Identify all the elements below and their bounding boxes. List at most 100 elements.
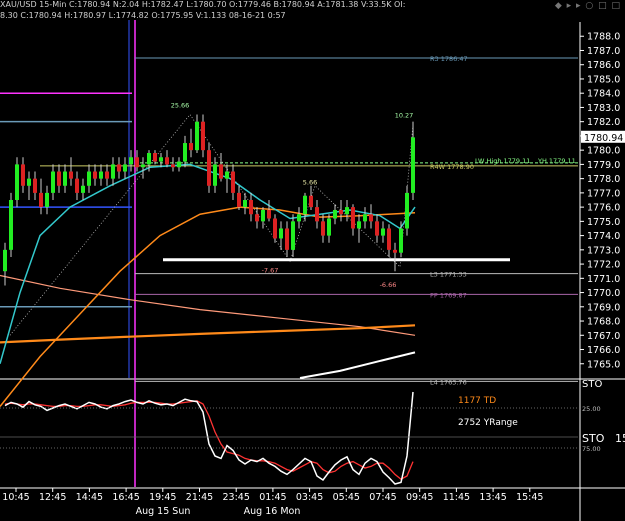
candle-body [315, 207, 319, 222]
candle-body [141, 164, 145, 168]
toolbar-icons[interactable]: ◆ ▸ ▸ ○ □ □ [555, 1, 621, 11]
candle-body [165, 157, 169, 165]
candle-body [135, 157, 139, 168]
price-tick-label: 1767.0 [587, 331, 620, 342]
swing-label: 25.66 [171, 101, 190, 109]
time-label: 13:45 [479, 492, 506, 503]
sto-level-label: 25.00 [582, 405, 601, 413]
candle-body [345, 207, 349, 215]
candle-body [237, 192, 241, 208]
candle-body [27, 178, 31, 186]
candle-body [309, 195, 313, 208]
pivot-label: PP 1769.87 [430, 291, 467, 299]
price-tick-label: 1785.0 [587, 74, 620, 85]
price-tick-label: 1765.0 [587, 359, 620, 370]
candle-body [303, 195, 307, 215]
candle-body [99, 171, 103, 179]
candle-body [297, 214, 301, 222]
time-label: 14:45 [76, 492, 103, 503]
candle-body [183, 143, 187, 162]
time-label: 12:45 [39, 492, 66, 503]
time-label: 05:45 [333, 492, 360, 503]
td-label: 1177 TD [458, 396, 496, 406]
candle-body [381, 228, 385, 236]
candle-body [45, 192, 49, 208]
plot-area[interactable] [0, 20, 625, 521]
candle-body [249, 200, 253, 215]
candle-body [393, 249, 397, 253]
pivot-label: LW High 1779.11 [475, 157, 530, 165]
candle-body [129, 157, 133, 165]
candle-body [405, 192, 409, 229]
date-label: Aug 16 Mon [244, 506, 301, 517]
candle-body [111, 164, 115, 179]
price-tick-label: 1778.0 [587, 174, 620, 185]
candle-body [285, 228, 289, 250]
candle-body [339, 209, 343, 215]
price-tick-label: 1783.0 [587, 103, 620, 114]
candle-body [243, 200, 247, 208]
swing-label: 10.27 [395, 111, 414, 119]
candle-body [291, 221, 295, 250]
candle-body [3, 249, 7, 272]
price-tick-label: 1786.0 [587, 60, 620, 71]
pivot-label: L3 1771.33 [430, 271, 467, 279]
candle-body [189, 143, 193, 151]
bar-header: 8.30 C:1780.94 H:1780.97 L:1774.82 O:177… [0, 11, 286, 20]
pivot-label: L4 1763.76 [430, 378, 467, 386]
candle-body [195, 121, 199, 151]
candle-body [207, 150, 211, 186]
candle-body [63, 171, 67, 186]
candle-body [9, 200, 13, 250]
candle-body [351, 207, 355, 229]
candle-body [69, 171, 73, 179]
price-tick-label: 1774.0 [587, 231, 620, 242]
candle-body [261, 209, 265, 222]
candle-body [51, 171, 55, 193]
time-label: 01:45 [259, 492, 286, 503]
sto-period-label: 15 [615, 432, 625, 445]
price-tick-label: 1766.0 [587, 345, 620, 356]
candle-body [201, 121, 205, 151]
price-tick-label: 1784.0 [587, 89, 620, 100]
candle-body [273, 218, 277, 239]
candle-body [327, 218, 331, 236]
candle-body [219, 164, 223, 179]
time-label: 07:45 [369, 492, 396, 503]
current-price-label: 1780.94 [584, 133, 623, 144]
candle-body [159, 157, 163, 162]
candle-body [411, 137, 415, 193]
candle-body [39, 192, 43, 208]
price-tick-label: 1779.0 [587, 160, 620, 171]
time-label: 09:45 [406, 492, 433, 503]
candle-body [153, 153, 157, 162]
swing-label: -6.66 [380, 281, 397, 289]
time-label: 03:45 [296, 492, 323, 503]
candle-body [57, 171, 61, 186]
sto-name-top: STO [582, 379, 602, 390]
price-tick-label: 1777.0 [587, 188, 620, 199]
candle-body [21, 164, 25, 186]
price-tick-label: 1771.0 [587, 274, 620, 285]
candle-body [333, 209, 337, 219]
ma-slow-salmon [0, 274, 416, 336]
price-tick-label: 1788.0 [587, 32, 620, 43]
candle-body [363, 214, 367, 222]
time-label: 21:45 [186, 492, 213, 503]
candle-body [147, 153, 151, 165]
time-label: 19:45 [149, 492, 176, 503]
time-label: 11:45 [443, 492, 470, 503]
time-label: 16:45 [112, 492, 139, 503]
candle-body [93, 171, 97, 179]
price-tick-label: 1772.0 [587, 260, 620, 271]
price-tick-label: 1768.0 [587, 317, 620, 328]
price-tick-label: 1775.0 [587, 217, 620, 228]
candle-body [123, 164, 127, 172]
pivot-label: YH 1779.11 [537, 157, 576, 165]
price-tick-label: 1780.0 [587, 146, 620, 157]
candle-body [369, 214, 373, 222]
trend-projection [299, 351, 416, 379]
price-chart[interactable]: R3 1786.47 R4W 1778.90LW High 1779.11 YH 1… [0, 0, 625, 521]
candle-body [279, 228, 283, 239]
price-tick-label: 1787.0 [587, 46, 620, 57]
